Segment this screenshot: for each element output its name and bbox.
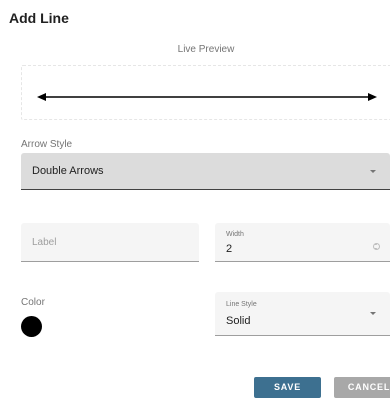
line-style-label: Line Style bbox=[226, 301, 257, 308]
add-line-dialog: Add Line Live Preview Arrow Style Double… bbox=[0, 0, 390, 398]
number-stepper-icon[interactable] bbox=[373, 243, 380, 250]
line-style-select[interactable]: Line Style Solid bbox=[215, 292, 390, 336]
label-placeholder: Label bbox=[32, 237, 57, 248]
start-arrowhead bbox=[37, 93, 46, 101]
color-swatch[interactable] bbox=[21, 316, 42, 337]
live-preview-label: Live Preview bbox=[177, 44, 235, 55]
end-arrowhead bbox=[368, 93, 377, 101]
line-preview bbox=[37, 93, 377, 101]
live-preview-box bbox=[21, 65, 390, 120]
chevron-down-icon bbox=[370, 312, 376, 315]
width-value: 2 bbox=[226, 243, 233, 255]
cancel-button[interactable]: CANCEL bbox=[334, 377, 390, 398]
arrow-style-label: Arrow Style bbox=[21, 139, 73, 150]
label-input[interactable]: Label bbox=[21, 223, 199, 262]
arrow-style-value: Double Arrows bbox=[32, 165, 104, 177]
width-label: Width bbox=[226, 231, 244, 238]
dialog-title: Add Line bbox=[9, 10, 69, 26]
line-style-value: Solid bbox=[226, 315, 251, 327]
chevron-down-icon bbox=[370, 170, 376, 173]
width-input[interactable]: Width 2 bbox=[215, 223, 390, 262]
color-label: Color bbox=[21, 297, 45, 308]
arrow-style-select[interactable]: Double Arrows bbox=[21, 153, 390, 190]
save-button[interactable]: SAVE bbox=[254, 377, 321, 398]
